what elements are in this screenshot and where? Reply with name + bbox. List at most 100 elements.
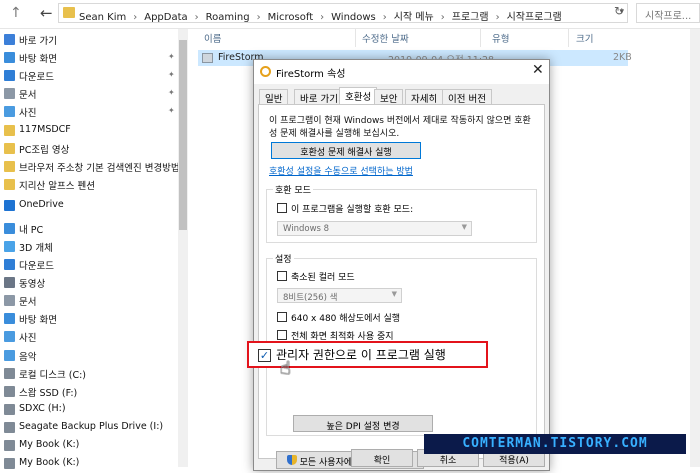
chevron-right-icon[interactable]: › (441, 12, 445, 23)
sidebar-item[interactable]: 음악 (0, 347, 178, 365)
breadcrumb-item[interactable]: 프로그램 (452, 12, 489, 23)
pin-icon[interactable]: ✦ (168, 70, 175, 79)
sidebar-item-label: 문서 (19, 90, 37, 101)
chevron-right-icon[interactable]: › (320, 12, 324, 23)
sidebar-scroll-thumb[interactable] (179, 40, 187, 230)
folder-icon (4, 161, 15, 172)
compat-description: 이 프로그램이 현재 Windows 버전에서 제대로 작동하지 않으면 호환성… (269, 116, 531, 139)
color-mode-select[interactable]: 8비트(256) 색 ▼ (277, 288, 402, 303)
sidebar-item-label: 사진 (19, 108, 37, 119)
sidebar-item[interactable]: 바로 가기 (0, 31, 178, 49)
chevron-right-icon[interactable]: › (383, 12, 387, 23)
sidebar-item[interactable]: 바탕 화면 (0, 310, 178, 328)
breadcrumb-item[interactable]: Roaming (206, 12, 250, 23)
fullscreen-opt-checkbox[interactable] (277, 330, 287, 340)
tab-shortcut[interactable]: 바로 가기 (294, 89, 344, 105)
column-header-size[interactable]: 크기 (576, 31, 593, 45)
sidebar-item[interactable]: SDXC (H:) (0, 401, 178, 419)
compatibility-panel: 이 프로그램이 현재 Windows 버전에서 제대로 작동하지 않으면 호환성… (258, 104, 545, 469)
close-icon[interactable]: ✕ (532, 62, 544, 78)
sidebar-item[interactable]: Seagate Backup Plus Drive (I:) (0, 419, 178, 437)
breadcrumb-item[interactable]: AppData (144, 12, 187, 23)
sidebar-item[interactable]: 문서 (0, 292, 178, 310)
sidebar-item[interactable]: 사진 (0, 328, 178, 346)
folder-icon (4, 125, 15, 136)
pin-icon[interactable]: ✦ (168, 88, 175, 97)
column-divider[interactable] (568, 29, 569, 47)
column-header-type[interactable]: 유형 (492, 31, 509, 45)
back-arrow-icon[interactable]: ← (40, 4, 53, 22)
sidebar-item[interactable]: 동영상 (0, 274, 178, 292)
tab-details[interactable]: 자세히 (405, 89, 444, 105)
sidebar-item[interactable]: My Book (K:) (0, 437, 178, 455)
drive-icon (4, 440, 15, 451)
list-scrollbar[interactable] (690, 29, 700, 467)
compat-mode-checkbox[interactable] (277, 203, 287, 213)
pin-icon[interactable]: ✦ (168, 52, 175, 61)
sidebar-item-label: 사진 (19, 333, 37, 344)
compat-mode-group-label: 호환 모드 (273, 183, 313, 196)
chevron-right-icon[interactable]: › (133, 12, 137, 23)
column-header-name[interactable]: 이름 (204, 31, 221, 45)
pin-icon[interactable]: ✦ (168, 106, 175, 115)
column-header-date[interactable]: 수정한 날짜 (362, 31, 409, 45)
compat-os-select[interactable]: Windows 8 ▼ (277, 221, 472, 236)
breadcrumb-item[interactable]: 시작프로그램 (507, 12, 562, 23)
sidebar-item[interactable]: 브라우저 주소창 기본 검색엔진 변경방법 (0, 158, 180, 176)
address-field[interactable]: Sean Kim › AppData › Roaming › Microsoft › Windo… (58, 3, 628, 23)
star-icon (4, 34, 15, 45)
sidebar-item[interactable]: 문서 ✦ (0, 85, 178, 103)
sidebar-item[interactable]: 3D 개체 (0, 238, 178, 256)
folder-icon (4, 143, 15, 154)
download-icon (4, 259, 15, 270)
sidebar-item[interactable]: 내 PC (0, 220, 178, 238)
sidebar-item[interactable]: 스왑 SSD (F:) (0, 383, 178, 401)
sidebar-item-label: 다운로드 (19, 72, 54, 83)
high-dpi-button[interactable]: 높은 DPI 설정 변경 (293, 415, 433, 432)
breadcrumb-item[interactable]: Sean Kim (79, 12, 126, 23)
chevron-right-icon[interactable]: › (257, 12, 261, 23)
sidebar-item[interactable]: 바탕 화면 ✦ (0, 49, 178, 67)
search-input[interactable]: 시작프로... (636, 3, 700, 23)
sidebar-item[interactable]: 다운로드 ✦ (0, 67, 178, 85)
breadcrumb-item[interactable]: Windows (331, 12, 376, 23)
up-arrow-icon[interactable]: ↑ (10, 5, 22, 21)
sidebar-item[interactable]: 다운로드 (0, 256, 178, 274)
sidebar-item[interactable]: 지리산 알프스 펜션 (0, 176, 178, 194)
run-as-admin-checkbox[interactable]: ✓ (258, 349, 271, 362)
ok-button[interactable]: 확인 (351, 449, 413, 467)
column-divider[interactable] (355, 29, 356, 47)
properties-dialog: FireStorm 속성 ✕ 일반 바로 가기 호환성 보안 자세히 이전 버전… (253, 59, 550, 471)
breadcrumb-item[interactable]: Microsoft (268, 12, 314, 23)
3d-objects-icon (4, 241, 15, 252)
breadcrumb-item[interactable]: 시작 메뉴 (394, 12, 434, 23)
sidebar-item-label: 다운로드 (19, 261, 54, 272)
sidebar-item[interactable]: 117MSDCF (0, 122, 178, 140)
sidebar-item-label: My Book (K:) (19, 439, 80, 450)
manual-settings-link[interactable]: 호환성 설정을 수동으로 선택하는 방법 (269, 164, 413, 177)
res-640-checkbox[interactable] (277, 312, 287, 322)
compat-mode-label: 이 프로그램을 실행할 호환 모드: (291, 205, 414, 215)
tab-security[interactable]: 보안 (374, 89, 404, 105)
sidebar-item-label: PC조립 영상 (19, 145, 70, 156)
dialog-title-bar[interactable]: FireStorm 속성 ✕ (254, 60, 549, 84)
chevron-right-icon[interactable]: › (195, 12, 199, 23)
tab-previous-versions[interactable]: 이전 버전 (442, 89, 492, 105)
reduced-color-checkbox[interactable] (277, 271, 287, 281)
tab-compatibility[interactable]: 호환성 (339, 87, 378, 105)
sidebar-item[interactable]: 사진 ✦ (0, 103, 178, 121)
breadcrumb: Sean Kim › AppData › Roaming › Microsoft › Windo… (79, 8, 562, 23)
sidebar-item[interactable]: OneDrive (0, 197, 178, 215)
run-troubleshooter-button[interactable]: 호환성 문제 해결사 실행 (271, 142, 421, 159)
sidebar-item[interactable]: PC조립 영상 (0, 140, 178, 158)
column-divider[interactable] (480, 29, 481, 47)
dialog-title: FireStorm 속성 (276, 69, 346, 80)
sidebar-item[interactable]: My Book (K:) (0, 455, 178, 473)
chevron-down-icon: ▼ (461, 223, 467, 231)
tab-general[interactable]: 일반 (259, 89, 289, 105)
sidebar-item-label: 바탕 화면 (19, 54, 57, 65)
document-icon (4, 295, 15, 306)
sidebar-item[interactable]: 로컬 디스크 (C:) (0, 365, 178, 383)
chevron-right-icon[interactable]: › (496, 12, 500, 23)
refresh-icon[interactable]: ↻ (614, 4, 624, 18)
